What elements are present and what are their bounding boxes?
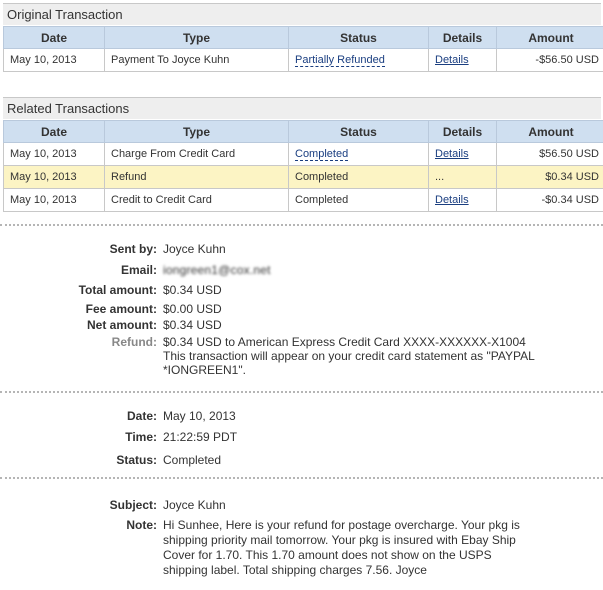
status-link-partially-refunded[interactable]: Partially Refunded [295, 54, 385, 67]
col-header-details: Details [428, 26, 497, 49]
fee-amount-value: $0.00 USD [163, 302, 222, 316]
cell-type: Refund [104, 165, 289, 189]
table-row-highlighted: May 10, 2013 Refund Completed ... $0.34 … [3, 165, 603, 189]
col-header-type: Type [104, 120, 289, 143]
table-header-row: Date Type Status Details Amount [3, 120, 603, 143]
refund-value: $0.34 USD to American Express Credit Car… [163, 335, 543, 377]
details-link[interactable]: Details [435, 54, 469, 66]
col-header-details: Details [428, 120, 497, 143]
table-row: May 10, 2013 Credit to Credit Card Compl… [3, 188, 603, 212]
cell-amount: $56.50 USD [496, 142, 603, 166]
refund-label: Refund: [111, 335, 157, 349]
related-transactions-table: Date Type Status Details Amount May 10, … [3, 120, 603, 212]
cell-details: Details [428, 142, 497, 166]
col-header-amount: Amount [496, 120, 603, 143]
section-divider [0, 477, 603, 479]
cell-amount: $0.34 USD [496, 165, 603, 189]
total-amount-label: Total amount: [78, 283, 157, 297]
refund-line-1: $0.34 USD to American Express Credit Car… [163, 335, 526, 349]
col-header-type: Type [104, 26, 289, 49]
cell-type: Credit to Credit Card [104, 188, 289, 212]
cell-amount: -$0.34 USD [496, 188, 603, 212]
original-transaction-title: Original Transaction [3, 3, 601, 25]
related-transactions-title: Related Transactions [3, 97, 601, 119]
net-amount-value: $0.34 USD [163, 318, 222, 332]
col-header-status: Status [288, 120, 429, 143]
time-value: 21:22:59 PDT [163, 430, 238, 444]
table-row: May 10, 2013 Payment To Joyce Kuhn Parti… [3, 48, 603, 72]
table-row: May 10, 2013 Charge From Credit Card Com… [3, 142, 603, 166]
total-amount-value: $0.34 USD [163, 283, 222, 297]
email-label: Email: [120, 263, 157, 277]
refund-line-2: This transaction will appear on your cre… [163, 349, 535, 377]
time-label: Time: [125, 430, 157, 444]
note-value: Hi Sunhee, Here is your refund for posta… [163, 518, 520, 577]
status-label: Status: [116, 453, 157, 467]
cell-status: Completed [288, 188, 429, 212]
cell-type: Charge From Credit Card [104, 142, 289, 166]
details-link[interactable]: Details [435, 148, 469, 160]
original-transaction-table: Date Type Status Details Amount May 10, … [3, 26, 603, 72]
cell-status: Completed [288, 142, 429, 166]
cell-date: May 10, 2013 [3, 188, 105, 212]
net-amount-label: Net amount: [87, 318, 157, 332]
cell-amount: -$56.50 USD [496, 48, 603, 72]
cell-status: Partially Refunded [288, 48, 429, 72]
table-header-row: Date Type Status Details Amount [3, 26, 603, 49]
cell-date: May 10, 2013 [3, 48, 105, 72]
date-value: May 10, 2013 [163, 409, 236, 423]
col-header-date: Date [3, 26, 105, 49]
cell-status: Completed [288, 165, 429, 189]
cell-details: Details [428, 48, 497, 72]
cell-details: Details [428, 188, 497, 212]
sent-by-label: Sent by: [109, 242, 157, 256]
email-value: iongreen1@cox.net [163, 263, 271, 277]
cell-details: ... [428, 165, 497, 189]
cell-date: May 10, 2013 [3, 142, 105, 166]
fee-amount-label: Fee amount: [85, 302, 157, 316]
col-header-date: Date [3, 120, 105, 143]
cell-type: Payment To Joyce Kuhn [104, 48, 289, 72]
cell-date: May 10, 2013 [3, 165, 105, 189]
status-link-completed[interactable]: Completed [295, 148, 349, 161]
section-divider [0, 391, 603, 393]
details-link[interactable]: Details [435, 194, 469, 206]
subject-value: Joyce Kuhn [163, 498, 226, 512]
status-value: Completed [163, 453, 222, 467]
subject-label: Subject: [109, 498, 157, 512]
note-label: Note: [126, 518, 157, 532]
date-label: Date: [126, 409, 157, 423]
col-header-status: Status [288, 26, 429, 49]
section-divider [0, 224, 603, 226]
col-header-amount: Amount [496, 26, 603, 49]
sent-by-value: Joyce Kuhn [163, 242, 226, 256]
